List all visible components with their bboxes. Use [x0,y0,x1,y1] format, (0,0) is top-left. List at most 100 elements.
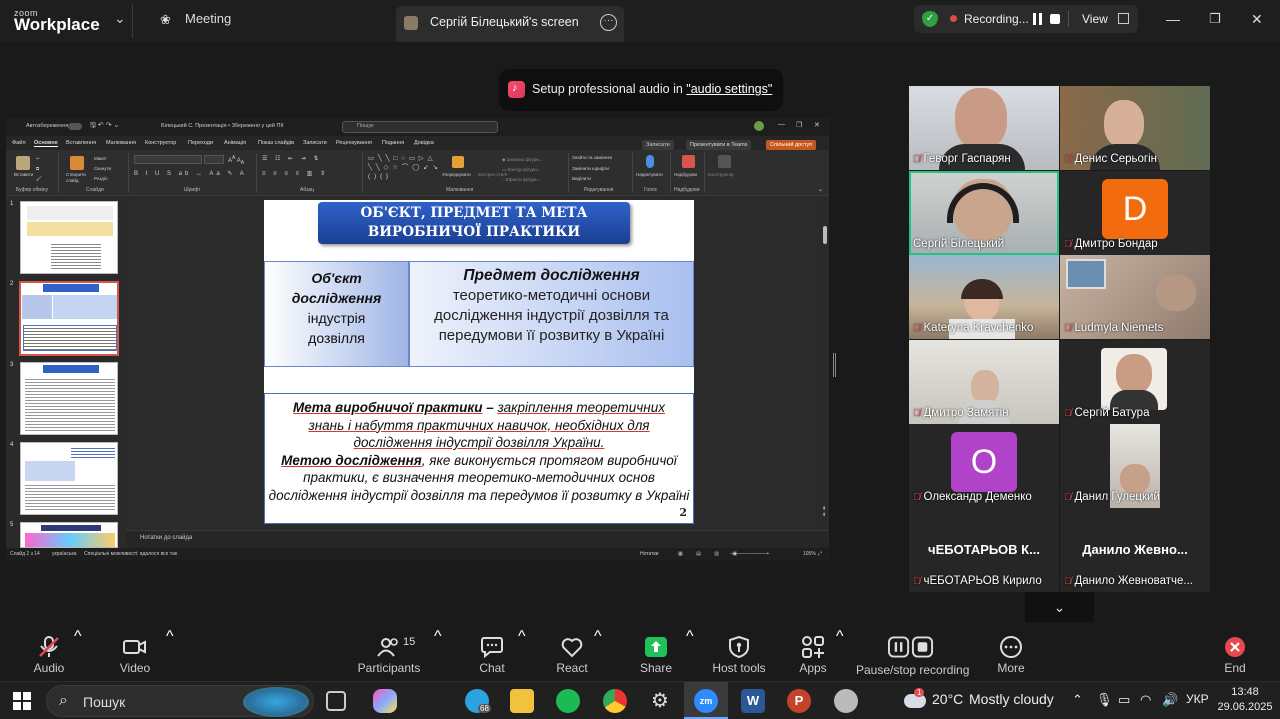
restore-icon[interactable]: ❐ [1209,11,1221,27]
tab-insert[interactable]: Вставлення [66,140,96,146]
new-slide-label[interactable]: Створити слайд [66,172,92,184]
end-meeting-button[interactable]: End [1214,628,1256,681]
zoom-level[interactable]: 105% [803,551,816,557]
ppt-search-input[interactable]: Пошук [342,121,498,133]
language-status[interactable]: українська [52,551,77,557]
participant-tile[interactable]: О 🎙̸ Олександр Деменко [909,424,1059,508]
file-explorer-icon[interactable] [510,689,534,713]
tab-transitions[interactable]: Переходи [188,140,213,146]
paste-label[interactable]: Вставити [14,172,33,177]
chat-options-chevron-icon[interactable]: ^ [518,628,526,681]
minimize-icon[interactable]: — [1166,11,1180,27]
settings-gear-icon[interactable]: ⚙ [648,689,672,713]
microphone-icon[interactable] [646,155,654,168]
participant-tile[interactable]: 🎙̸ Данил Гулецкий [1060,424,1210,508]
ribbon-collapse-icon[interactable]: ⌄ [818,186,823,193]
minimize-icon[interactable]: — [778,121,785,128]
tab-draw[interactable]: Малювання [106,140,136,146]
tab-record[interactable]: Записати [303,140,327,146]
cut-icon[interactable]: ✂ [36,156,40,162]
arrange-icon[interactable] [452,156,464,168]
arrange-label[interactable]: Упорядкувати [442,172,471,177]
layout-button[interactable]: Макет [94,156,107,161]
designer-icon[interactable] [718,155,731,168]
tab-slideshow[interactable]: Показ слайдів [258,140,294,146]
app-icon[interactable] [834,689,858,713]
dictate-label[interactable]: Надиктувати [636,172,663,177]
notes-pane[interactable]: Нотатки до слайда [126,530,829,548]
participant-tile[interactable]: 🎙̸ Дмитро Замятін [909,340,1059,424]
more-options-icon[interactable]: ··· [600,14,617,31]
accessibility-status[interactable]: Спеціальні можливості: вдалося все так [84,551,177,557]
apps-options-chevron-icon[interactable]: ^ [836,628,844,681]
react-button[interactable]: React [550,628,594,681]
tab-view[interactable]: Подання [382,140,404,146]
tab-home[interactable]: Основне [34,140,58,147]
share-button[interactable]: Спільний доступ [766,140,817,150]
format-painter-icon[interactable]: 🖌 [36,176,42,182]
pause-icon[interactable] [1032,13,1044,25]
participant-tile[interactable]: 🎙̸ Ludmyla Niemets [1060,255,1210,339]
chevron-up-icon[interactable]: ⌃ [1072,692,1083,708]
tab-review[interactable]: Рецензування [336,140,372,146]
close-icon[interactable]: ✕ [814,121,820,129]
vertical-scrollbar[interactable]: ⇞ ⇟ [821,196,829,526]
slide-thumbnail-5[interactable] [20,522,118,548]
font-size-select[interactable] [204,155,224,164]
participant-tile[interactable]: чЕБОТАРЬОВ К... 🎙̸ чЕБОТАРЬОВ Кирило [909,508,1059,592]
addins-icon[interactable] [682,155,695,168]
chat-button[interactable]: Chat [470,628,514,681]
word-icon[interactable]: W [741,689,765,713]
zoom-icon[interactable]: zm [694,689,718,713]
participant-tile[interactable]: Данило Жевно... 🎙̸ Данило Жевноватче... [1060,508,1210,592]
slide-thumbnail-1[interactable] [20,201,118,274]
copilot-icon[interactable] [373,689,397,713]
host-tools-button[interactable]: Host tools [708,628,770,681]
list-icons[interactable]: ☰ ☷ ⇤ ⇥ ⇅ [262,155,322,162]
slide-thumbnail-3[interactable] [20,362,118,435]
font-grow-icon[interactable]: AA AA [228,155,244,166]
task-view-icon[interactable] [326,691,346,711]
addins-label[interactable]: Надбудови [674,172,697,177]
tab-shared-screen[interactable]: Сергій Білецький's screen ··· [396,6,624,42]
grid-icon[interactable] [1118,13,1129,24]
view-button[interactable]: View [1082,12,1108,26]
shape-fill-options[interactable]: ◆ Заливка фігури⌄ ▭ Контур фігури⌄ ◌ Ефект… [502,155,543,185]
chevron-down-icon[interactable]: ⌄ [114,10,126,27]
participant-tile[interactable]: D 🎙̸ Дмитро Бондар [1060,171,1210,255]
copy-icon[interactable]: ⧉ [36,166,39,171]
audio-button[interactable]: Audio [22,628,76,681]
share-button[interactable]: Share [634,628,678,681]
apps-button[interactable]: Apps [790,628,836,681]
avatar[interactable] [754,121,764,131]
slide-thumbnail-2[interactable] [19,281,119,356]
participants-button[interactable]: 15 Participants [356,628,422,681]
notes-toggle[interactable]: Нотатки [640,551,658,557]
slide-thumbnail-4[interactable] [20,442,118,515]
new-slide-icon[interactable] [70,156,84,170]
present-in-teams-button[interactable]: Презентувати в Teams [686,140,752,150]
weather-description[interactable]: Mostly cloudy [969,691,1054,707]
weather-temperature[interactable]: 20°C [932,691,963,707]
pause-stop-recording-button[interactable]: Pause/stop recording [856,628,969,681]
edge-icon[interactable] [419,689,443,713]
battery-icon[interactable]: ▭ [1118,692,1130,708]
tab-design[interactable]: Конструктор [145,140,176,146]
replace-button[interactable]: Замінити шрифти [572,166,609,171]
designer-label[interactable]: Конструктор [708,172,734,177]
more-button[interactable]: More [988,628,1034,681]
restore-icon[interactable]: ❐ [796,121,802,129]
spotify-icon[interactable] [556,689,580,713]
stop-icon[interactable] [1050,14,1060,24]
chrome-icon[interactable] [603,689,627,713]
font-name-select[interactable] [134,155,202,164]
autosave-toggle[interactable] [68,123,82,130]
volume-icon[interactable]: 🔊 [1162,692,1178,708]
participants-options-chevron-icon[interactable]: ^ [434,628,442,681]
close-icon[interactable]: ✕ [1251,11,1263,28]
powerpoint-icon[interactable]: P [787,689,811,713]
shield-icon[interactable]: ✓ [922,11,938,27]
audio-settings-link[interactable]: "audio settings" [686,82,772,96]
participant-tile[interactable]: Сергій Білецький [909,171,1059,255]
tab-help[interactable]: Довідка [414,140,434,146]
